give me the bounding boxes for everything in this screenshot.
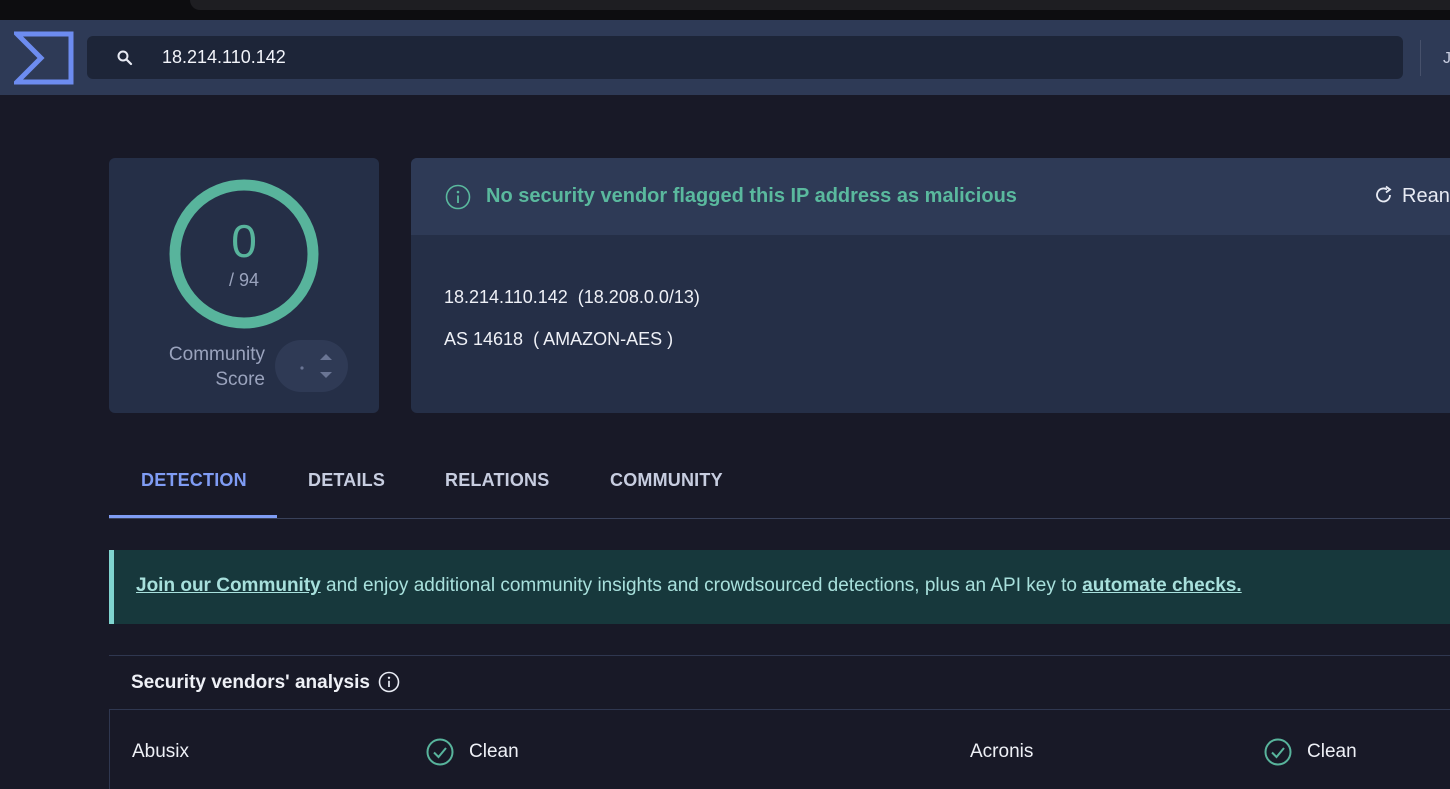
vendors-info-icon[interactable]: [378, 671, 400, 693]
as-line: AS 14618 ( AMAZON-AES ): [444, 329, 674, 349]
ip-summary-card: No security vendor flagged this IP addre…: [411, 158, 1450, 413]
join-banner-body: and enjoy additional community insights …: [320, 575, 1083, 596]
vendor-name-right: Acronis: [970, 741, 1034, 762]
tab-details[interactable]: DETAILS: [308, 470, 385, 491]
header-cut-text[interactable]: J: [1443, 50, 1450, 68]
vote-arrows-icon[interactable]: [275, 340, 348, 392]
automate-checks-link[interactable]: automate checks.: [1082, 575, 1241, 596]
community-score-label-line2: Score: [215, 369, 265, 390]
header-divider: [1420, 40, 1421, 76]
refresh-icon: [1376, 185, 1392, 203]
tab-community[interactable]: COMMUNITY: [610, 470, 723, 491]
search-input[interactable]: 18.214.110.142: [162, 47, 286, 68]
community-score-label-line1: Community: [168, 344, 265, 365]
vendor-row: Abusix Clean Acronis Clean: [109, 710, 1450, 789]
verdict-message: No security vendor flagged this IP addre…: [486, 185, 1017, 207]
search-bar[interactable]: 18.214.110.142: [87, 36, 1403, 79]
detection-score-card: 0 / 94 Community Score: [109, 158, 379, 413]
vendors-title: Security vendors' analysis: [131, 672, 370, 693]
tab-relations[interactable]: RELATIONS: [445, 470, 549, 491]
vendor-result-left: Clean: [469, 741, 519, 762]
join-community-link[interactable]: Join our Community: [136, 575, 321, 596]
reanalyze-label: Rean: [1402, 185, 1450, 207]
report-tabs: DETECTION DETAILS RELATIONS COMMUNITY: [109, 464, 1450, 519]
vendors-header: Security vendors' analysis: [109, 655, 1450, 710]
join-banner-text: Join our Community and enjoy additional …: [136, 575, 1242, 597]
community-score-label: Community Score: [129, 342, 265, 392]
join-community-banner: Join our Community and enjoy additional …: [109, 550, 1450, 624]
virustotal-logo-icon[interactable]: [14, 31, 74, 85]
vendor-name-left: Abusix: [132, 741, 190, 762]
reanalyze-button[interactable]: Rean: [1374, 185, 1450, 208]
top-header: 18.214.110.142 J: [0, 20, 1450, 95]
detection-count: 0: [231, 215, 257, 267]
verdict-banner: No security vendor flagged this IP addre…: [411, 158, 1450, 235]
info-circle-icon: [445, 184, 471, 210]
tab-detection[interactable]: DETECTION: [141, 470, 247, 491]
vendor-result-right: Clean: [1307, 741, 1357, 762]
check-circle-icon: [426, 738, 454, 766]
browser-tab-edge: [190, 0, 1450, 10]
active-tab-indicator: [109, 515, 277, 518]
community-vote-control[interactable]: [275, 340, 348, 392]
browser-top-strip: [0, 0, 1450, 20]
check-circle-icon: [1264, 738, 1292, 766]
ip-range-line: 18.214.110.142 (18.208.0.0/13): [444, 287, 700, 307]
search-icon: [117, 50, 133, 66]
engine-total: / 94: [228, 270, 260, 290]
